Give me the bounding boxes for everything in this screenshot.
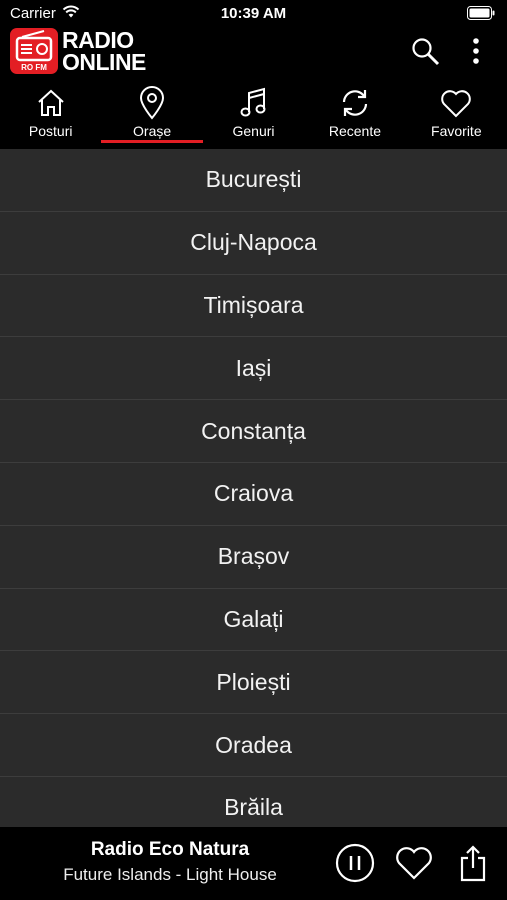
logo-badge: RO FM bbox=[21, 63, 47, 72]
tab-favorite[interactable]: Favorite bbox=[406, 82, 507, 148]
tab-recente[interactable]: Recente bbox=[304, 82, 405, 148]
track-info: Future Islands - Light House bbox=[63, 865, 277, 884]
list-item[interactable]: Iași bbox=[0, 337, 507, 401]
pause-button[interactable] bbox=[333, 841, 377, 885]
logo-line1: RADIO bbox=[62, 27, 134, 53]
share-button[interactable] bbox=[451, 841, 495, 885]
station-name: Radio Eco Natura bbox=[90, 839, 250, 860]
tab-label: Orașe bbox=[133, 123, 172, 139]
heart-icon bbox=[440, 85, 472, 121]
refresh-icon bbox=[338, 85, 372, 121]
tab-label: Posturi bbox=[28, 123, 73, 139]
share-icon bbox=[460, 845, 486, 882]
heart-icon bbox=[396, 847, 432, 880]
logo-line2: ONLINE bbox=[62, 49, 146, 75]
status-bar: Carrier 10:39 AM bbox=[0, 0, 507, 28]
tab-genuri[interactable]: Genuri bbox=[203, 82, 304, 148]
logo-text: RADIO ONLINE bbox=[62, 27, 146, 75]
mini-player: Radio Eco Natura Future Islands - Light … bbox=[0, 827, 507, 900]
tab-orase[interactable]: Orașe bbox=[101, 82, 204, 148]
pause-icon bbox=[335, 843, 375, 883]
list-item[interactable]: Ploiești bbox=[0, 651, 507, 715]
list-item[interactable]: Craiova bbox=[0, 462, 507, 526]
list-item[interactable]: Cluj-Napoca bbox=[0, 211, 507, 275]
favorite-button[interactable] bbox=[392, 841, 436, 885]
music-note-icon bbox=[239, 85, 269, 121]
list-item[interactable]: Brașov bbox=[0, 525, 507, 589]
app-logo: RO FM RADIO ONLINE bbox=[10, 28, 146, 74]
now-playing-info[interactable]: Radio Eco Natura Future Islands - Light … bbox=[0, 839, 340, 885]
status-time: 10:39 AM bbox=[220, 5, 287, 22]
radio-logo-icon: RO FM bbox=[10, 28, 58, 74]
tab-label: Recente bbox=[328, 123, 381, 139]
list-item[interactable]: Brăila bbox=[0, 776, 507, 827]
location-pin-icon bbox=[138, 85, 166, 121]
tab-label: Genuri bbox=[232, 123, 275, 139]
list-item[interactable]: Timișoara bbox=[0, 274, 507, 338]
home-icon bbox=[35, 85, 67, 121]
list-item[interactable]: București bbox=[0, 149, 507, 212]
tab-bar: Posturi Orașe Genuri Recente Favorite bbox=[0, 82, 507, 148]
more-options-icon[interactable] bbox=[459, 34, 493, 68]
search-icon[interactable] bbox=[408, 34, 442, 68]
battery-icon bbox=[467, 6, 495, 24]
tab-label: Favorite bbox=[431, 123, 482, 139]
city-list: București Cluj-Napoca Timișoara Iași Con… bbox=[0, 149, 507, 827]
app-header: RO FM RADIO ONLINE bbox=[0, 28, 507, 78]
tab-posturi[interactable]: Posturi bbox=[0, 82, 101, 148]
list-item[interactable]: Constanța bbox=[0, 400, 507, 463]
list-item[interactable]: Galați bbox=[0, 588, 507, 652]
list-item[interactable]: Oradea bbox=[0, 714, 507, 777]
